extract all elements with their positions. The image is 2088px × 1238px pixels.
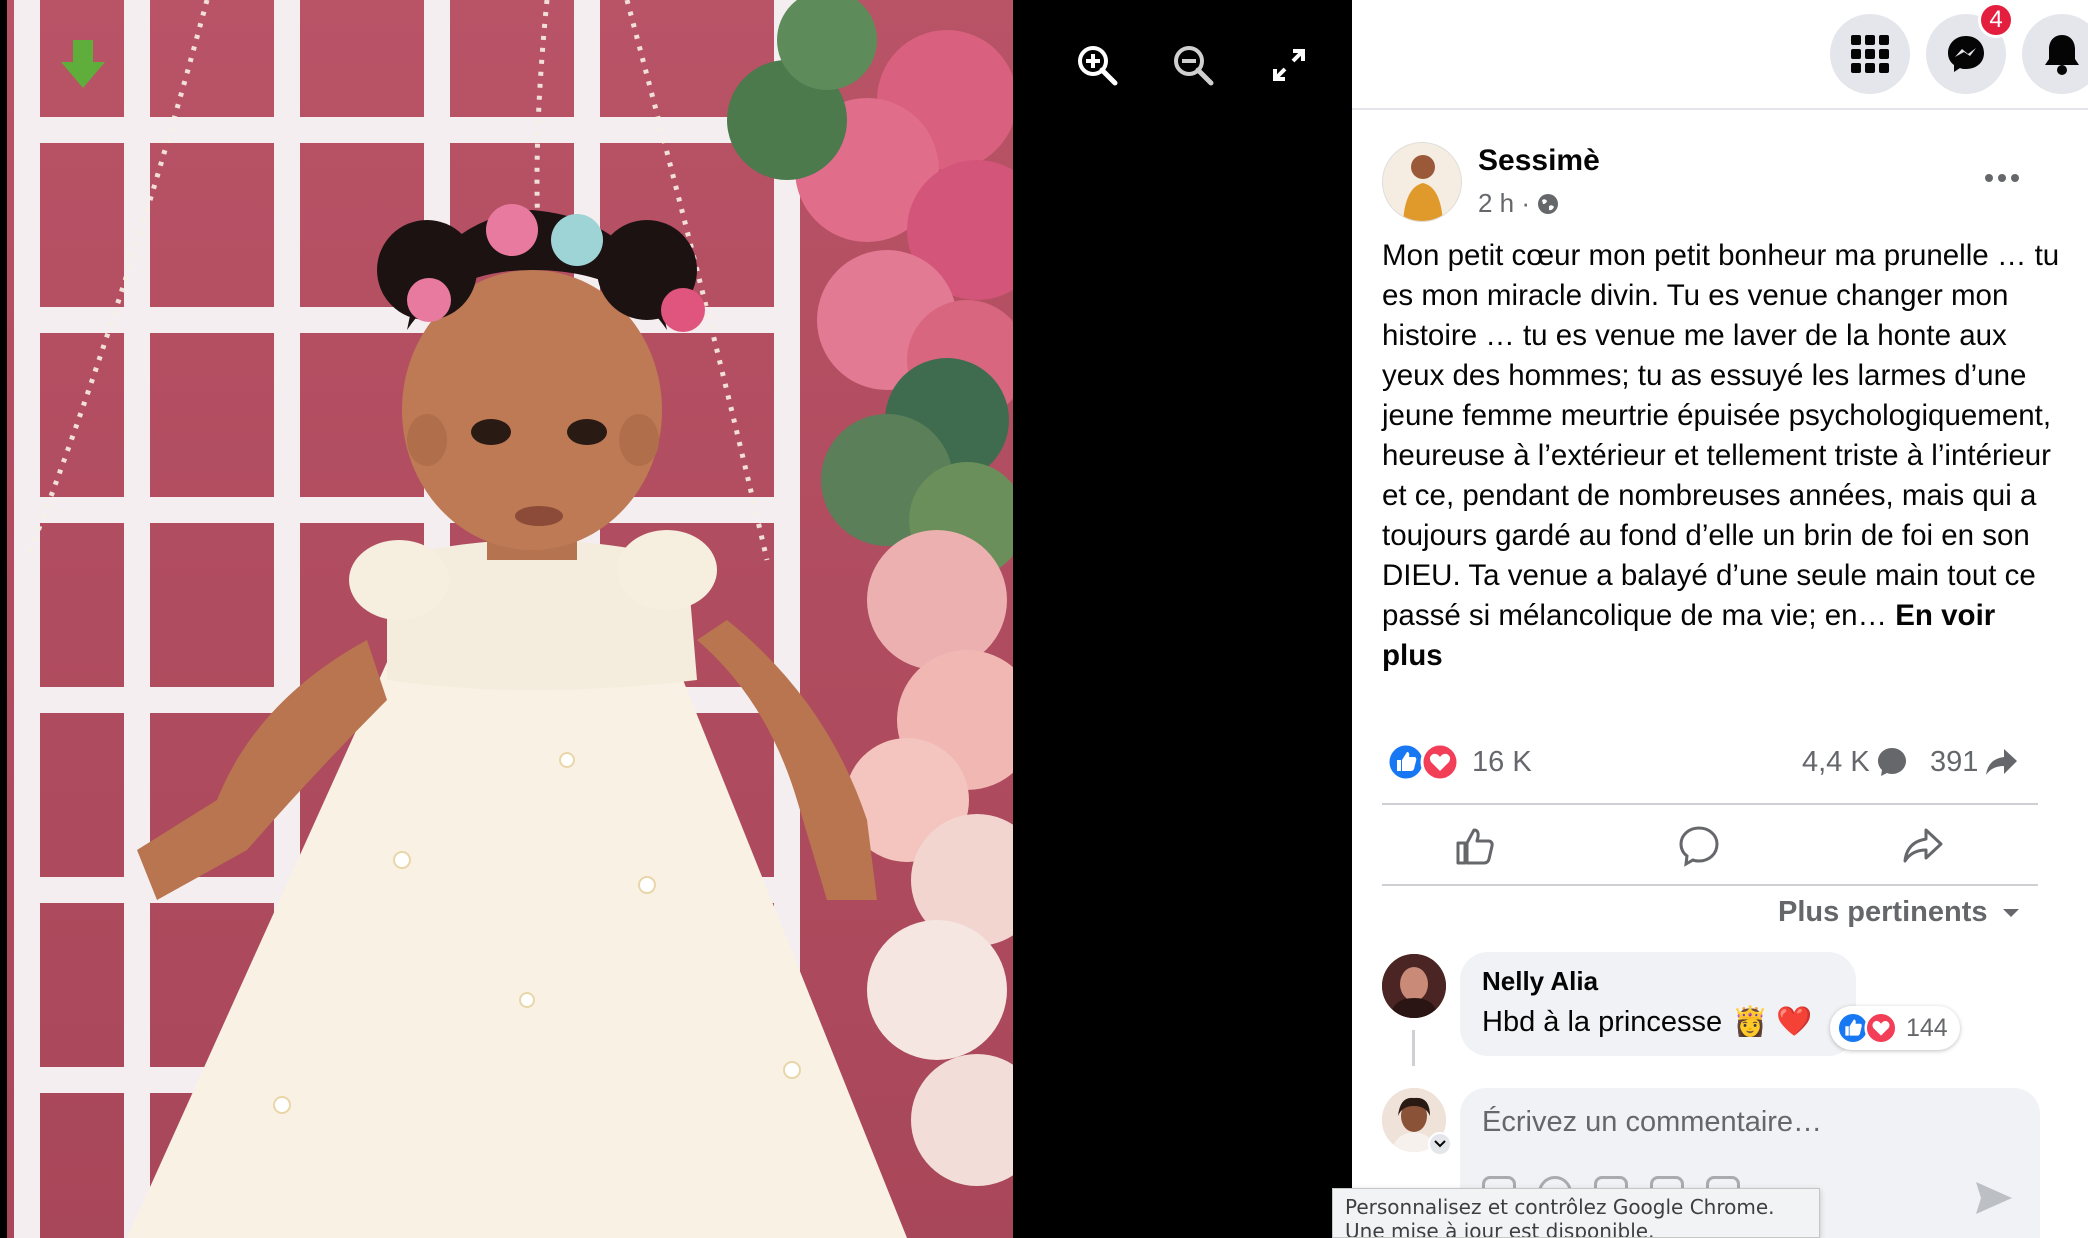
chevron-down-icon	[1434, 1140, 1446, 1148]
post-body: Mon petit cœur mon petit bonheur ma prun…	[1382, 236, 2062, 676]
post-photo[interactable]	[7, 0, 1013, 1238]
comment-text-row: Hbd à la princesse 👸 ❤️	[1482, 1005, 1834, 1039]
comment-reactions[interactable]: 144	[1830, 1006, 1960, 1050]
reactions-summary: 16 K 4,4 K 391	[1386, 740, 2046, 784]
post-text: Mon petit cœur mon petit bonheur ma prun…	[1382, 239, 2060, 632]
comment-icon	[1679, 826, 1719, 867]
shares-count-group[interactable]: 391	[1930, 740, 2018, 784]
divider	[1382, 884, 2038, 886]
post-panel: 4 Sessimè 2 h · Mon petit cœur mon petit…	[1352, 0, 2088, 1238]
thumbs-up-icon	[1456, 828, 1494, 865]
author-avatar[interactable]	[1382, 142, 1462, 222]
love-reaction-icon	[1864, 1011, 1898, 1045]
comment-button[interactable]	[1644, 816, 1754, 876]
comment-reactions-count: 144	[1906, 1013, 1948, 1042]
comment-input[interactable]	[1482, 1106, 2018, 1139]
shares-count: 391	[1930, 745, 1979, 778]
post-meta: 2 h ·	[1478, 188, 1560, 219]
messenger-button[interactable]: 4	[1926, 2, 2014, 94]
fullscreen-button[interactable]	[1266, 42, 1312, 88]
bell-icon	[2045, 35, 2079, 75]
comment-thread-line	[1412, 1030, 1415, 1066]
tooltip-line-1: Personnalisez et contrôlez Google Chrome…	[1345, 1195, 1775, 1219]
notifications-button[interactable]	[2022, 14, 2088, 94]
profile-switch-button[interactable]	[1428, 1132, 1452, 1156]
comments-count: 4,4 K	[1802, 745, 1870, 778]
comment-sort-dropdown[interactable]: Plus pertinents	[1778, 896, 2020, 929]
sort-label: Plus pertinents	[1778, 896, 1988, 928]
post-time[interactable]: 2 h ·	[1478, 188, 1530, 219]
more-dots-icon	[1985, 174, 2019, 182]
messenger-icon	[1948, 36, 1984, 72]
comment-author[interactable]: Nelly Alia	[1482, 966, 1834, 997]
globe-icon	[1538, 193, 1559, 214]
divider	[1382, 803, 2038, 805]
photo-illustration	[14, 0, 1013, 1238]
share-button[interactable]	[1868, 816, 1978, 876]
fullscreen-icon	[1273, 49, 1305, 81]
comment-emoji: 👸 ❤️	[1732, 1006, 1813, 1038]
tooltip-line-2: Une mise à jour est disponible.	[1345, 1219, 1655, 1238]
download-arrow-icon	[59, 40, 107, 90]
photo-viewer	[0, 0, 1352, 1238]
zoom-out-icon	[1174, 46, 1214, 86]
like-button[interactable]	[1420, 816, 1530, 876]
zoom-in-icon	[1078, 46, 1118, 86]
top-navigation-bar: 4	[1352, 0, 2088, 110]
messenger-unread-badge: 4	[1978, 2, 2014, 38]
reactions-count[interactable]: 16 K	[1472, 746, 1532, 779]
share-arrow-icon	[1986, 749, 2018, 775]
author-name[interactable]: Sessimè	[1478, 144, 1600, 178]
reaction-icons[interactable]	[1386, 742, 1460, 782]
zoom-in-button[interactable]	[1074, 42, 1120, 88]
comments-count-group[interactable]: 4,4 K	[1802, 740, 1908, 784]
apps-grid-icon	[1851, 35, 1889, 73]
commenter-avatar[interactable]	[1382, 954, 1446, 1018]
caret-down-icon	[2002, 908, 2019, 917]
comment-text: Hbd à la princesse	[1482, 1005, 1723, 1038]
love-reaction-icon	[1420, 742, 1460, 782]
chrome-update-tooltip: Personnalisez et contrôlez Google Chrome…	[1332, 1188, 1820, 1238]
share-icon	[1903, 828, 1943, 863]
apps-menu-button[interactable]	[1830, 14, 1910, 94]
comment-bubble: Nelly Alia Hbd à la princesse 👸 ❤️	[1460, 952, 1856, 1056]
zoom-out-button[interactable]	[1170, 42, 1216, 88]
post-options-button[interactable]	[1970, 158, 2034, 198]
comment-bubble-icon	[1877, 748, 1906, 776]
send-icon[interactable]	[1974, 1180, 2014, 1216]
